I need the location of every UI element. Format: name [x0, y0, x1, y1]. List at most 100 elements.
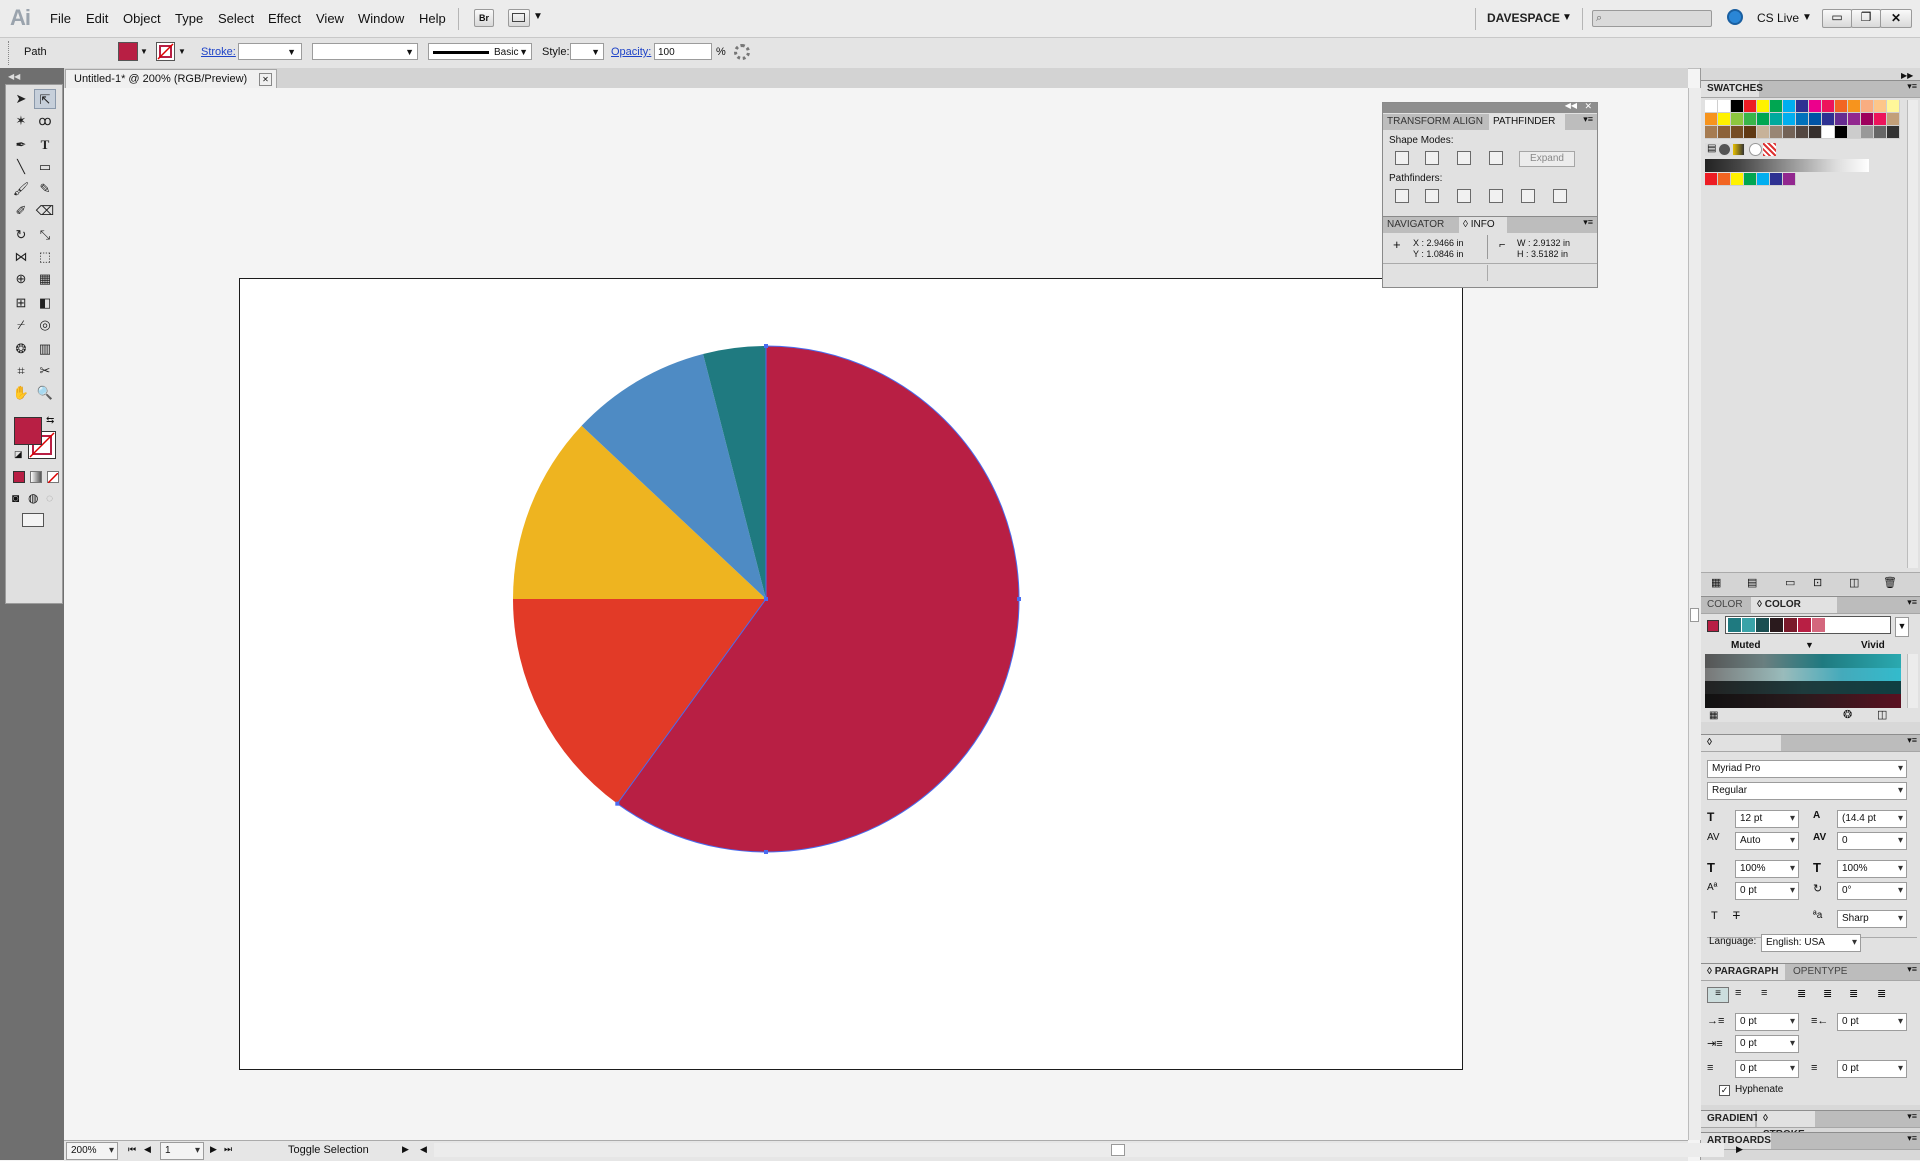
swatch[interactable] — [1731, 126, 1744, 139]
swatch[interactable] — [1874, 100, 1887, 113]
menu-window[interactable]: Window — [358, 11, 404, 26]
hand-tool-icon[interactable]: ✋ — [10, 383, 32, 403]
direct-selection-tool-icon[interactable]: ⇱ — [34, 89, 56, 109]
leading-field[interactable]: (14.4 pt — [1837, 810, 1907, 828]
swatch[interactable] — [1757, 100, 1770, 113]
swatch[interactable] — [1744, 113, 1757, 126]
merge-icon[interactable] — [1457, 189, 1471, 203]
pattern-swatches[interactable]: ▤ — [1705, 143, 1745, 156]
harmony-strip[interactable] — [1725, 616, 1891, 634]
swatch[interactable] — [1783, 173, 1796, 186]
swatch[interactable] — [1874, 113, 1887, 126]
justify-left-icon[interactable]: ≣ — [1797, 987, 1806, 1000]
swatch[interactable] — [1705, 100, 1718, 113]
scroll-thumb[interactable] — [1690, 608, 1699, 622]
none-mode-icon[interactable] — [47, 471, 59, 484]
document-tab[interactable]: Untitled-1* @ 200% (RGB/Preview) ✕ — [65, 69, 277, 88]
status-menu-icon[interactable]: ▶ — [402, 1144, 409, 1155]
recolor-artwork-icon[interactable] — [734, 44, 750, 60]
variation-grid[interactable] — [1705, 654, 1901, 708]
new-swatch-icon[interactable]: ◫ — [1849, 576, 1859, 589]
free-transform-tool-icon[interactable]: ⬚ — [34, 247, 56, 267]
swatch[interactable] — [1822, 126, 1835, 139]
space-after-field[interactable]: 0 pt — [1837, 1060, 1907, 1078]
shape-builder-tool-icon[interactable]: ⊕ — [10, 269, 32, 289]
trim-icon[interactable] — [1425, 189, 1439, 203]
first-line-indent-field[interactable]: 0 pt — [1735, 1035, 1799, 1053]
width-tool-icon[interactable]: ⋈ — [10, 247, 32, 267]
outline-icon[interactable] — [1521, 189, 1535, 203]
artboard-select[interactable]: 1 — [160, 1142, 204, 1160]
mesh-tool-icon[interactable]: ⊞ — [10, 293, 32, 313]
horizontal-scrollbar[interactable] — [434, 1143, 1724, 1157]
font-size-field[interactable]: 12 pt — [1735, 810, 1799, 828]
exclude-icon[interactable] — [1489, 151, 1503, 165]
tab-align[interactable]: ALIGN — [1449, 114, 1487, 130]
eraser-tool-icon[interactable]: ⌫ — [34, 201, 56, 221]
first-artboard-icon[interactable]: ⏮ — [128, 1144, 136, 1155]
swatch[interactable] — [1809, 126, 1822, 139]
harmony-swatch[interactable] — [1756, 618, 1769, 632]
stroke-color-swatch[interactable] — [156, 42, 175, 61]
swatch[interactable] — [1861, 126, 1874, 139]
swatch[interactable] — [1848, 126, 1861, 139]
scroll-right-icon[interactable]: ▶ — [1736, 1144, 1743, 1155]
character-rotation-field[interactable]: 0° — [1837, 882, 1907, 900]
collapse-icon[interactable]: ◀◀ — [1565, 101, 1577, 110]
panel-menu-icon[interactable]: ▾≡ — [1907, 81, 1917, 92]
scroll-thumb[interactable] — [1111, 1144, 1125, 1156]
variation-row[interactable] — [1705, 668, 1901, 681]
draw-inside-icon[interactable]: ◌ — [46, 491, 53, 505]
divide-icon[interactable] — [1395, 189, 1409, 203]
harmony-swatch[interactable] — [1770, 618, 1783, 632]
swatch[interactable] — [1718, 100, 1731, 113]
default-fill-stroke-icon[interactable]: ◪ — [14, 449, 23, 460]
vertical-scrollbar[interactable] — [1688, 88, 1701, 1140]
swatch[interactable] — [1757, 113, 1770, 126]
panel-menu-icon[interactable]: ▾≡ — [1907, 964, 1917, 975]
anchor-point[interactable] — [764, 344, 768, 348]
swatch[interactable] — [1757, 126, 1770, 139]
tab-transform[interactable]: TRANSFORM — [1383, 114, 1450, 130]
swatch-options-icon[interactable]: ▭ — [1785, 576, 1795, 589]
workspace-switcher[interactable]: DAVESPACE — [1487, 11, 1560, 25]
swatch[interactable] — [1835, 113, 1848, 126]
swatch[interactable] — [1783, 113, 1796, 126]
swatch[interactable] — [1783, 100, 1796, 113]
stroke-label[interactable]: Stroke: — [201, 46, 236, 58]
swap-fill-stroke-icon[interactable]: ⇆ — [46, 415, 54, 426]
chevron-down-icon[interactable]: ▼ — [1895, 617, 1909, 637]
antialias-select[interactable]: Sharp — [1837, 910, 1907, 928]
brush-definition-field[interactable]: Basic ▼ — [428, 43, 532, 60]
chevron-down-icon[interactable]: ▼ — [1802, 12, 1812, 23]
vertical-scale-field[interactable]: 100% — [1735, 860, 1799, 878]
swatch[interactable] — [1861, 113, 1874, 126]
limit-to-library-icon[interactable]: ▦ — [1709, 710, 1718, 721]
collapse-icon[interactable]: ◀◀ — [8, 72, 20, 81]
swatch[interactable] — [1848, 100, 1861, 113]
swatch-library-icon[interactable]: ▦ — [1711, 576, 1721, 589]
close-window-button[interactable]: ✕ — [1880, 9, 1912, 28]
magic-wand-tool-icon[interactable]: ✶ — [10, 111, 32, 131]
swatch[interactable] — [1744, 173, 1757, 186]
panel-menu-icon[interactable]: ▾≡ — [1907, 597, 1917, 608]
line-tool-icon[interactable]: ╲ — [10, 157, 32, 177]
space-before-field[interactable]: 0 pt — [1735, 1060, 1799, 1078]
swatch[interactable] — [1749, 143, 1762, 156]
arrange-documents-button[interactable] — [508, 9, 530, 27]
tab-info[interactable]: ◊ INFO — [1459, 217, 1507, 233]
minus-back-icon[interactable] — [1553, 189, 1567, 203]
minus-front-icon[interactable] — [1425, 151, 1439, 165]
zoom-select[interactable]: 200% — [66, 1142, 118, 1160]
swatches-scrollbar[interactable] — [1907, 100, 1918, 568]
chevron-down-icon[interactable]: ▼ — [1805, 640, 1814, 650]
harmony-swatch[interactable] — [1798, 618, 1811, 632]
tracking-field[interactable]: 0 — [1837, 832, 1907, 850]
tab-navigator[interactable]: NAVIGATOR — [1383, 217, 1457, 233]
rotate-tool-icon[interactable]: ↻ — [10, 225, 32, 245]
panel-menu-icon[interactable]: ▾≡ — [1583, 217, 1593, 228]
align-center-icon[interactable]: ≡ — [1735, 987, 1741, 999]
artboard-tool-icon[interactable]: ⌗ — [10, 361, 32, 381]
swatch[interactable] — [1744, 100, 1757, 113]
rectangle-tool-icon[interactable]: ▭ — [34, 157, 56, 177]
